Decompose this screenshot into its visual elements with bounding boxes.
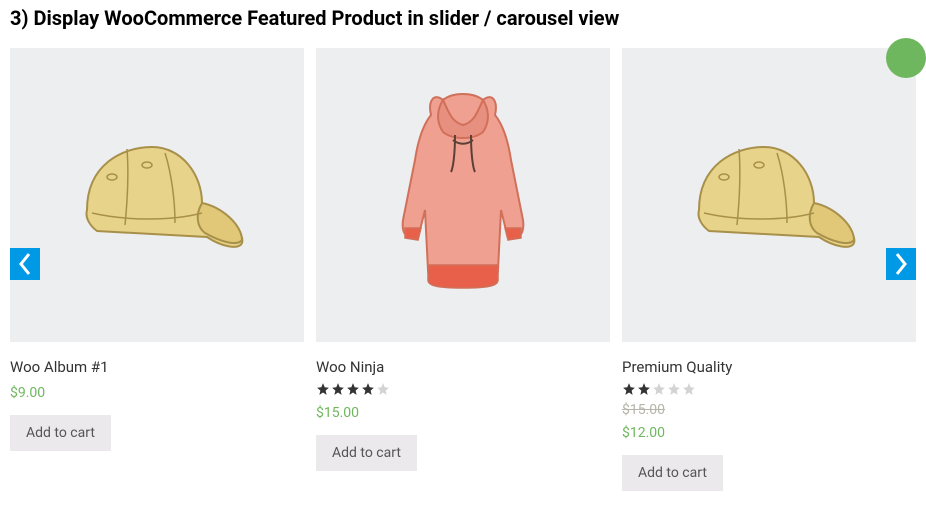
- sale-badge: [886, 38, 926, 78]
- carousel: Woo Album #1 $9.00 Add to cart: [0, 48, 926, 491]
- product-card[interactable]: Woo Ninja $15.00 Add to cart: [316, 48, 610, 491]
- star-icon: [346, 382, 360, 396]
- star-icon: [637, 382, 651, 396]
- star-icon: [667, 382, 681, 396]
- product-card[interactable]: Woo Album #1 $9.00 Add to cart: [10, 48, 304, 491]
- product-title: Woo Ninja: [316, 358, 610, 376]
- product-price: $12.00: [622, 425, 665, 441]
- carousel-next-button[interactable]: [886, 248, 916, 280]
- product-image: [316, 48, 610, 342]
- add-to-cart-button[interactable]: Add to cart: [316, 435, 417, 471]
- product-old-price: $15.00: [622, 402, 916, 418]
- product-title: Woo Album #1: [10, 358, 304, 376]
- star-icon: [376, 382, 390, 396]
- carousel-track: Woo Album #1 $9.00 Add to cart: [10, 48, 916, 491]
- product-rating: [622, 382, 916, 396]
- carousel-prev-button[interactable]: [10, 248, 40, 280]
- cap-illustration: [669, 125, 869, 265]
- product-title: Premium Quality: [622, 358, 916, 376]
- add-to-cart-button[interactable]: Add to cart: [622, 455, 723, 491]
- chevron-right-icon: [894, 253, 908, 275]
- hoodie-illustration: [363, 80, 563, 310]
- product-rating: [316, 382, 610, 396]
- add-to-cart-button[interactable]: Add to cart: [10, 415, 111, 451]
- product-price: $9.00: [10, 385, 45, 401]
- chevron-left-icon: [18, 253, 32, 275]
- product-price: $15.00: [316, 405, 359, 421]
- product-card[interactable]: Premium Quality $15.00 $12.00 Add to car…: [622, 48, 916, 491]
- star-icon: [331, 382, 345, 396]
- product-image: [10, 48, 304, 342]
- star-icon: [316, 382, 330, 396]
- cap-illustration: [57, 125, 257, 265]
- star-icon: [652, 382, 666, 396]
- star-icon: [622, 382, 636, 396]
- star-icon: [682, 382, 696, 396]
- section-heading: 3) Display WooCommerce Featured Product …: [0, 0, 926, 48]
- product-image: [622, 48, 916, 342]
- star-icon: [361, 382, 375, 396]
